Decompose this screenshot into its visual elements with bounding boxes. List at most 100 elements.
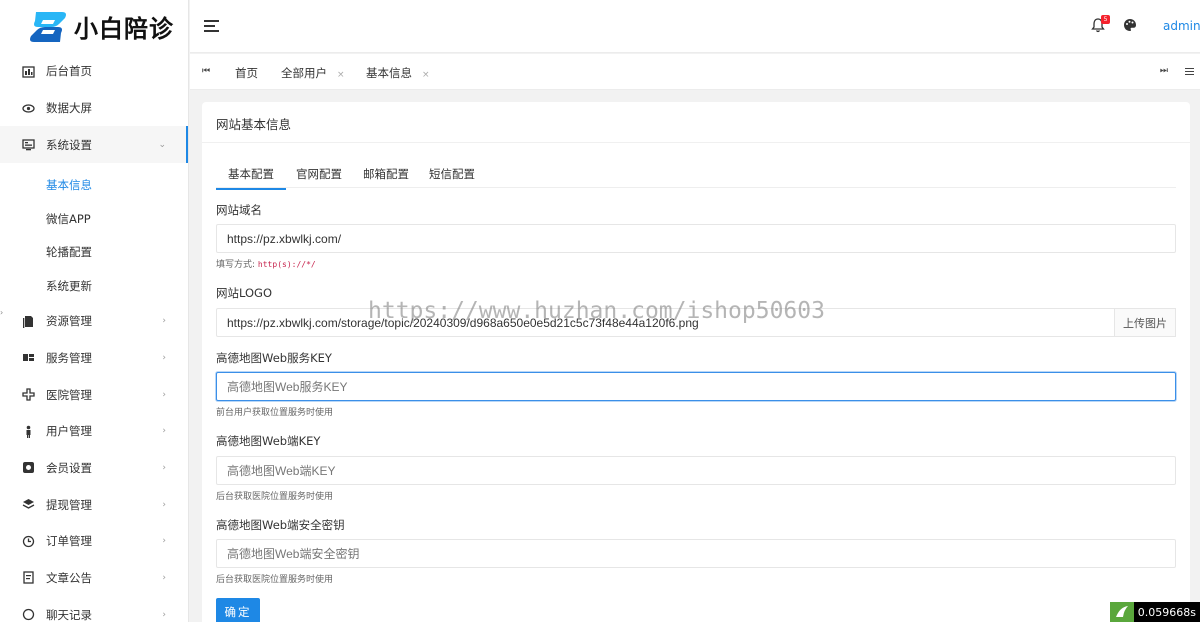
- amap-secret-label: 高德地图Web端安全密钥: [216, 518, 345, 532]
- chevron-right-icon: ›: [162, 499, 166, 510]
- sidebar-item-withdrawals[interactable]: 提现管理 ›: [0, 486, 188, 523]
- tabs-menu-icon[interactable]: [1185, 68, 1194, 76]
- chevron-right-icon: ›: [162, 572, 166, 583]
- sidebar-item-label: 医院管理: [46, 387, 92, 402]
- sidebar-item-membership[interactable]: 会员设置 ›: [0, 450, 188, 487]
- domain-hint-prefix: 填写方式:: [216, 260, 256, 270]
- amap-secret-hint: 后台获取医院位置服务时使用: [216, 575, 334, 585]
- sidebar-item-label: 会员设置: [46, 460, 92, 475]
- tab-website-config[interactable]: 官网配置: [296, 166, 342, 182]
- page-tab-label: 全部用户: [281, 66, 327, 80]
- article-icon: [21, 571, 35, 585]
- palette-icon[interactable]: [1123, 18, 1137, 32]
- sidebar-item-label: 后台首页: [46, 64, 92, 79]
- config-tabs: 基本配置 官网配置 邮箱配置 短信配置: [216, 159, 1176, 190]
- top-header: 5 admin: [190, 0, 1200, 53]
- tab-sms-config[interactable]: 短信配置: [429, 166, 475, 182]
- sidebar-item-label: 资源管理: [46, 314, 92, 329]
- sidebar-item-users[interactable]: 用户管理 ›: [0, 413, 188, 450]
- document-icon: [21, 314, 35, 328]
- sidebar-item-resources[interactable]: 资源管理 ›: [0, 303, 188, 340]
- tab-basic-config[interactable]: 基本配置: [216, 166, 286, 190]
- amap-secret-input[interactable]: [216, 539, 1176, 568]
- eye-icon: [21, 101, 35, 115]
- logo[interactable]: 小白陪诊: [0, 0, 188, 53]
- sidebar-subitem-system-update[interactable]: 系统更新: [0, 269, 188, 303]
- sidebar-item-label: 数据大屏: [46, 101, 92, 116]
- sidebar-item-label: 服务管理: [46, 350, 92, 365]
- card-title: 网站基本信息: [216, 117, 292, 132]
- submit-button[interactable]: 确定: [216, 598, 260, 622]
- sidebar-item-label: 提现管理: [46, 497, 92, 512]
- sidebar-item-dashboard[interactable]: 后台首页: [0, 53, 188, 90]
- chevron-right-icon: ›: [162, 426, 166, 437]
- page-tab-label: 首页: [235, 66, 258, 80]
- chevron-right-icon: ›: [162, 609, 166, 620]
- hospital-cross-icon: [21, 388, 35, 402]
- sidebar-item-chat-records[interactable]: 聊天记录 ›: [0, 596, 188, 622]
- sidebar-item-services[interactable]: 服务管理 ›: [0, 340, 188, 377]
- sidebar-subitem-carousel[interactable]: 轮播配置: [0, 235, 188, 269]
- sidebar-item-label: 系统设置: [46, 137, 92, 152]
- domain-hint: 填写方式: http(s)://*/: [216, 257, 316, 270]
- sidebar-item-data-screen[interactable]: 数据大屏: [0, 90, 188, 127]
- tabs-scroll-right-icon[interactable]: ⏭: [1160, 66, 1168, 76]
- sidebar-item-label: 聊天记录: [46, 607, 92, 622]
- tabs-scroll-left-icon[interactable]: ⏮: [202, 66, 210, 76]
- settings-card: 网站基本信息 基本配置 官网配置 邮箱配置 短信配置 网站域名 填写方式: ht…: [202, 102, 1190, 622]
- grid-icon: [21, 351, 35, 365]
- upload-image-button[interactable]: 上传图片: [1114, 308, 1176, 337]
- logo-label: 网站LOGO: [216, 286, 273, 300]
- sidebar-menu: 后台首页 数据大屏 系统设置 ⌄ 基本信息 微信APP 轮播配置 系统更新 资源…: [0, 53, 188, 622]
- domain-hint-code: http(s)://*/: [257, 260, 316, 269]
- sidebar-collapse-arrow-icon[interactable]: ›: [0, 308, 3, 317]
- sidebar-item-hospitals[interactable]: 医院管理 ›: [0, 376, 188, 413]
- logo-mark-icon: [28, 10, 68, 44]
- brand-name: 小白陪诊: [74, 14, 174, 43]
- notification-badge: 5: [1101, 15, 1110, 24]
- amap-service-key-input[interactable]: [216, 372, 1176, 401]
- close-icon[interactable]: ×: [337, 70, 345, 80]
- tab-email-config[interactable]: 邮箱配置: [363, 166, 409, 182]
- timer-value: 0.059668s: [1137, 605, 1196, 619]
- chevron-right-icon: ›: [162, 352, 166, 363]
- chevron-right-icon: ›: [162, 536, 166, 547]
- page-tab-home[interactable]: 首页: [235, 65, 258, 81]
- sidebar: 小白陪诊 后台首页 数据大屏 系统设置 ⌄ 基本信息 微信APP 轮播配置 系统…: [0, 0, 189, 622]
- debug-timer[interactable]: 0.059668s: [1109, 602, 1200, 622]
- chevron-right-icon: ›: [162, 389, 166, 400]
- app-root: 小白陪诊 后台首页 数据大屏 系统设置 ⌄ 基本信息 微信APP 轮播配置 系统…: [0, 0, 1200, 622]
- settings-panel-icon: [21, 138, 35, 152]
- sidebar-item-label: 用户管理: [46, 424, 92, 439]
- amap-web-key-label: 高德地图Web端KEY: [216, 434, 321, 448]
- amap-web-key-hint: 后台获取医院位置服务时使用: [216, 492, 334, 502]
- chevron-right-icon: ›: [162, 462, 166, 473]
- sidebar-subitem-basic-info[interactable]: 基本信息: [0, 168, 188, 202]
- amap-web-key-input[interactable]: [216, 456, 1176, 485]
- sidebar-item-orders[interactable]: 订单管理 ›: [0, 523, 188, 560]
- chat-icon: [21, 608, 35, 622]
- sidebar-item-system-settings[interactable]: 系统设置 ⌄: [0, 126, 188, 164]
- sidebar-item-articles[interactable]: 文章公告 ›: [0, 560, 188, 597]
- person-icon: [21, 424, 35, 438]
- menu-toggle-icon[interactable]: [204, 20, 219, 32]
- page-tab-label: 基本信息: [366, 66, 412, 80]
- amap-service-key-label: 高德地图Web服务KEY: [216, 351, 332, 365]
- logo-url-input[interactable]: [216, 308, 1176, 337]
- member-card-icon: [21, 461, 35, 475]
- user-menu[interactable]: admin: [1163, 19, 1200, 33]
- close-icon[interactable]: ×: [422, 70, 430, 80]
- domain-label: 网站域名: [216, 203, 262, 217]
- thinkphp-trace-icon: [1109, 602, 1134, 622]
- clock-icon: [21, 534, 35, 548]
- layers-icon: [21, 498, 35, 512]
- divider: [202, 142, 1190, 143]
- sidebar-subitem-wechat-app[interactable]: 微信APP: [0, 202, 188, 236]
- domain-input[interactable]: [216, 224, 1176, 253]
- sidebar-item-label: 文章公告: [46, 570, 92, 585]
- page-tabs-bar: ⏮ 首页 全部用户 × 基本信息 × ⏭: [190, 54, 1200, 90]
- dashboard-icon: [21, 64, 35, 78]
- sidebar-item-label: 订单管理: [46, 534, 92, 549]
- page-tab-basic-info[interactable]: 基本信息 ×: [366, 65, 430, 81]
- page-tab-all-users[interactable]: 全部用户 ×: [281, 65, 345, 81]
